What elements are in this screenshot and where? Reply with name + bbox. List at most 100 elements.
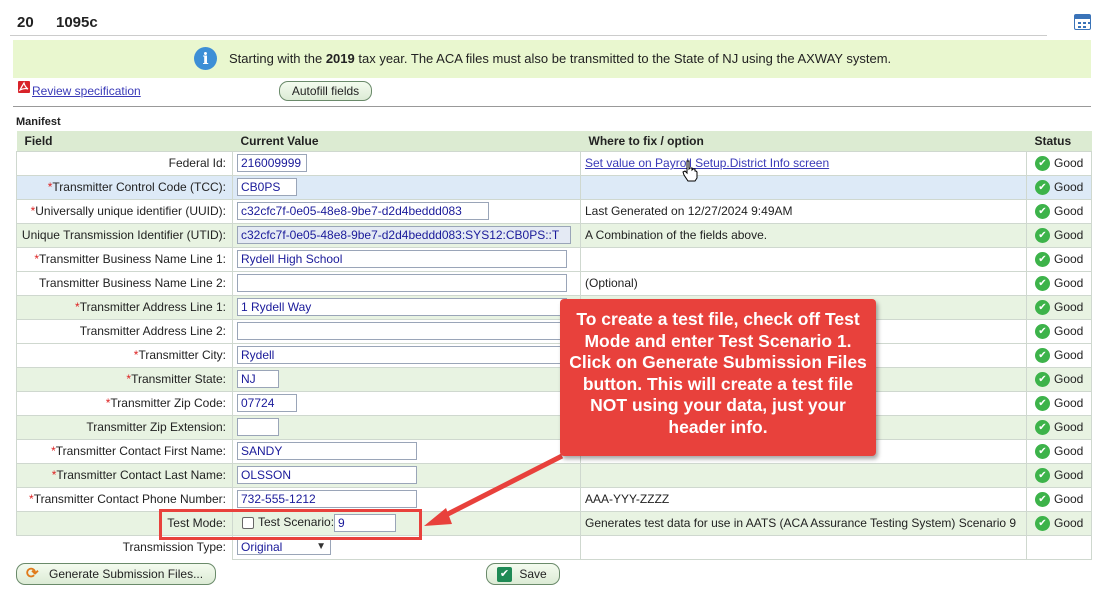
value-cell bbox=[232, 270, 581, 296]
fix-cell bbox=[580, 534, 1027, 560]
generate-button-label: Generate Submission Files... bbox=[49, 567, 204, 581]
field-input[interactable]: CB0PS bbox=[237, 178, 297, 196]
fix-cell: A Combination of the fields above. bbox=[580, 222, 1027, 248]
field-label: Unique Transmission Identifier (UTID): bbox=[16, 222, 233, 248]
field-label: *Transmitter City: bbox=[16, 342, 233, 368]
status-cell: ✔ Good bbox=[1026, 390, 1092, 416]
transmission-type-select[interactable]: Original ▼ bbox=[237, 539, 331, 555]
status-text: Good bbox=[1054, 227, 1084, 242]
manifest-table: Field Current Value Where to fix / optio… bbox=[16, 131, 1092, 560]
value-cell bbox=[232, 414, 581, 440]
fix-text: (Optional) bbox=[585, 276, 638, 290]
status-text: Good bbox=[1054, 419, 1084, 434]
status-cell: ✔ Good bbox=[1026, 510, 1092, 536]
field-input[interactable]: Rydell High School bbox=[237, 250, 567, 268]
table-row: *Transmitter State: NJ ✔ Good bbox=[16, 366, 1092, 392]
fix-text: AAA-YYY-ZZZZ bbox=[585, 492, 670, 506]
fix-cell: AAA-YYY-ZZZZ bbox=[580, 486, 1027, 512]
field-input[interactable]: SANDY bbox=[237, 442, 417, 460]
column-header: Status bbox=[1026, 131, 1092, 151]
fix-link[interactable]: Set value on Payroll Setup.District Info… bbox=[585, 156, 829, 170]
check-circle-icon: ✔ bbox=[1035, 300, 1050, 315]
field-input[interactable]: 1 Rydell Way bbox=[237, 298, 567, 316]
status-text: Good bbox=[1054, 491, 1084, 506]
status-cell bbox=[1026, 534, 1092, 560]
fix-cell: (Optional) bbox=[580, 270, 1027, 296]
status-text: Good bbox=[1054, 371, 1084, 386]
value-cell: Rydell bbox=[232, 342, 581, 368]
status-text: Good bbox=[1054, 251, 1084, 266]
check-circle-icon: ✔ bbox=[1035, 204, 1050, 219]
field-label: *Transmitter Contact Phone Number: bbox=[16, 486, 233, 512]
field-input[interactable] bbox=[237, 274, 567, 292]
value-cell: 07724 bbox=[232, 390, 581, 416]
field-label: Federal Id: bbox=[16, 150, 233, 176]
fix-cell: Set value on Payroll Setup.District Info… bbox=[580, 150, 1027, 176]
review-specification-link[interactable]: Review specification bbox=[32, 84, 141, 98]
field-label: Transmitter Zip Extension: bbox=[16, 414, 233, 440]
value-cell: c32cfc7f-0e05-48e8-9be7-d2d4beddd083:SYS… bbox=[232, 222, 581, 248]
value-cell: OLSSON bbox=[232, 462, 581, 488]
field-input[interactable]: 732-555-1212 bbox=[237, 490, 417, 508]
status-cell: ✔ Good bbox=[1026, 174, 1092, 200]
save-button-label: Save bbox=[519, 567, 547, 581]
status-cell: ✔ Good bbox=[1026, 462, 1092, 488]
field-label-text: Transmitter Contact Phone Number: bbox=[33, 492, 226, 506]
tax-year: 20 bbox=[17, 14, 34, 31]
fix-cell: Last Generated on 12/27/2024 9:49AM bbox=[580, 198, 1027, 224]
generate-submission-files-button[interactable]: ⟳ Generate Submission Files... bbox=[16, 563, 216, 585]
refresh-icon: ⟳ bbox=[26, 565, 39, 582]
status-text: Good bbox=[1054, 347, 1084, 362]
check-circle-icon: ✔ bbox=[1035, 516, 1050, 531]
check-circle-icon: ✔ bbox=[1035, 396, 1050, 411]
pdf-icon bbox=[18, 81, 30, 93]
value-cell: CB0PS bbox=[232, 174, 581, 200]
field-label-text: Transmitter Business Name Line 1: bbox=[39, 252, 226, 266]
field-input[interactable]: NJ bbox=[237, 370, 279, 388]
field-input[interactable]: c32cfc7f-0e05-48e8-9be7-d2d4beddd083 bbox=[237, 202, 489, 220]
field-label-text: Transmitter Contact Last Name: bbox=[56, 468, 226, 482]
value-cell: NJ bbox=[232, 366, 581, 392]
field-input[interactable]: OLSSON bbox=[237, 466, 417, 484]
field-input[interactable] bbox=[237, 418, 279, 436]
hand-cursor-icon bbox=[682, 160, 698, 182]
field-input[interactable]: 216009999 bbox=[237, 154, 307, 172]
field-input[interactable]: 07724 bbox=[237, 394, 297, 412]
status-cell: ✔ Good bbox=[1026, 414, 1092, 440]
check-circle-icon: ✔ bbox=[1035, 468, 1050, 483]
status-cell: ✔ Good bbox=[1026, 318, 1092, 344]
table-row: Unique Transmission Identifier (UTID): c3… bbox=[16, 222, 1092, 248]
top-divider bbox=[10, 35, 1047, 36]
top-bar: 20 1095c bbox=[0, 0, 1105, 36]
fix-cell: Generates test data for use in AATS (ACA… bbox=[580, 510, 1027, 536]
value-cell: c32cfc7f-0e05-48e8-9be7-d2d4beddd083 bbox=[232, 198, 581, 224]
fix-text: Generates test data for use in AATS (ACA… bbox=[585, 516, 1017, 530]
value-cell: 732-555-1212 bbox=[232, 486, 581, 512]
autofill-fields-button[interactable]: Autofill fields bbox=[279, 81, 372, 101]
table-row: Transmitter Business Name Line 2: (Option… bbox=[16, 270, 1092, 296]
status-text: Good bbox=[1054, 515, 1084, 530]
status-text: Good bbox=[1054, 395, 1084, 410]
status-cell: ✔ Good bbox=[1026, 294, 1092, 320]
field-input[interactable]: Rydell bbox=[237, 346, 567, 364]
save-button[interactable]: ✔ Save bbox=[486, 563, 560, 585]
field-input[interactable] bbox=[237, 322, 567, 340]
field-label-text: Transmitter Address Line 2: bbox=[79, 324, 226, 338]
check-circle-icon: ✔ bbox=[1035, 324, 1050, 339]
field-label-text: Transmitter Address Line 1: bbox=[79, 300, 226, 314]
field-label-text: Transmitter City: bbox=[138, 348, 226, 362]
value-cell: 1 Rydell Way bbox=[232, 294, 581, 320]
status-cell: ✔ Good bbox=[1026, 222, 1092, 248]
table-row: *Transmitter Zip Code: 07724 ✔ Good bbox=[16, 390, 1092, 416]
check-circle-icon: ✔ bbox=[1035, 348, 1050, 363]
table-row: Transmitter Zip Extension: ✔ Good bbox=[16, 414, 1092, 440]
info-banner: i Starting with the 2019 tax year. The A… bbox=[13, 40, 1091, 78]
field-label: Transmitter Address Line 2: bbox=[16, 318, 233, 344]
calendar-icon[interactable] bbox=[1074, 14, 1091, 30]
check-circle-icon: ✔ bbox=[1035, 420, 1050, 435]
field-label-text: Transmitter Contact First Name: bbox=[55, 444, 226, 458]
transmission-type-label: Transmission Type: bbox=[122, 540, 226, 555]
check-circle-icon: ✔ bbox=[1035, 228, 1050, 243]
table-row: *Transmitter Contact Last Name: OLSSON ✔ Go… bbox=[16, 462, 1092, 488]
field-label: *Transmitter Contact Last Name: bbox=[16, 462, 233, 488]
